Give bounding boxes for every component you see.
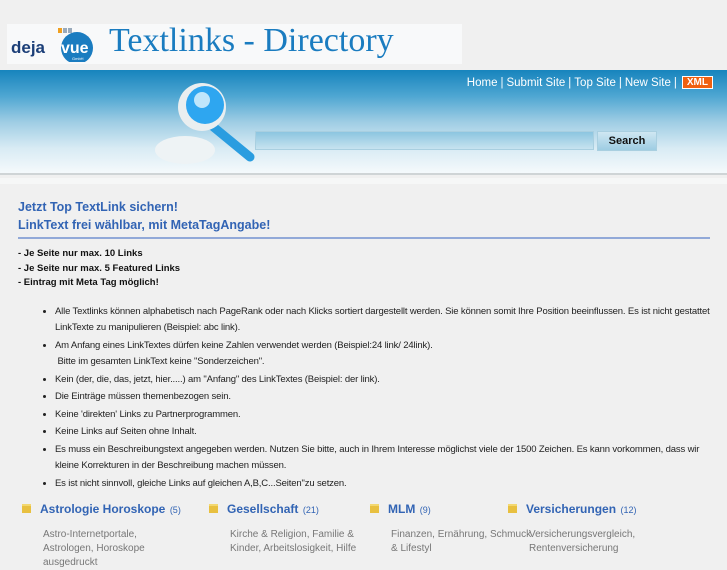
promo-subheading: LinkText frei wählbar, mit MetaTagAngabe… (18, 218, 271, 232)
category-description: Versicherungsvergleich, Rentenversicheru… (529, 529, 636, 554)
nav-separator: | (618, 76, 622, 89)
feature-item: - Eintrag mit Meta Tag möglich! (18, 277, 159, 288)
rule-item: Die Einträge müssen themenbezogen sein. (55, 389, 710, 406)
divider (0, 173, 727, 175)
rule-text: Am Anfang eines LinkTextes dürfen keine … (55, 339, 433, 351)
category-count: (21) (302, 505, 319, 515)
feature-item: - Je Seite nur max. 10 Links (18, 248, 143, 259)
svg-text:GmbH: GmbH (72, 56, 84, 61)
divider (18, 237, 710, 239)
category-item: Astrologie Horoskope (5) Astro-Internetp… (22, 500, 188, 570)
divider (0, 178, 727, 184)
category-link[interactable]: Versicherungen (526, 502, 616, 516)
folder-icon (370, 504, 379, 514)
nav-submit-site[interactable]: Submit Site (506, 77, 565, 89)
nav-new-site[interactable]: New Site (625, 77, 671, 89)
svg-text:deja: deja (11, 38, 46, 57)
nav-separator: | (568, 76, 572, 89)
promo-heading: Jetzt Top TextLink sichern! (18, 200, 178, 214)
feature-item: - Je Seite nur max. 5 Featured Links (18, 262, 181, 274)
category-link[interactable]: MLM (388, 502, 415, 516)
category-link[interactable]: Gesellschaft (227, 502, 298, 516)
logo-banner[interactable]: deja vue GmbH Textlinks - Directory (7, 22, 462, 64)
category-count: (12) (620, 505, 637, 515)
nav-separator: | (673, 76, 677, 89)
folder-icon (209, 504, 218, 514)
folder-icon (508, 504, 517, 514)
rule-item: Es muss ein Beschreibungstext angegeben … (55, 442, 710, 475)
rule-item: Kein (der, die, das, jetzt, hier.....) a… (55, 372, 710, 389)
rules-list: Alle Textlinks können alphabetisch nach … (18, 304, 710, 493)
category-count: (9) (419, 505, 431, 515)
rule-item: Alle Textlinks können alphabetisch nach … (55, 304, 710, 337)
dejavue-logo: deja vue GmbH (11, 28, 93, 62)
nav-separator: | (500, 76, 504, 89)
category-description: Kirche & Religion, Familie & Kinder, Arb… (230, 529, 357, 554)
category-item: Gesellschaft (21) Kirche & Religion, Fam… (209, 500, 375, 556)
svg-text:vue: vue (61, 40, 89, 57)
rule-text: Bitte im gesamten LinkText keine "Sonder… (57, 356, 265, 367)
folder-icon (22, 504, 31, 514)
search-input[interactable] (255, 131, 594, 150)
rule-item: Keine 'direkten' Links zu Partnerprogram… (55, 407, 710, 424)
top-nav: Home | Submit Site | Top Site | New Site | X… (467, 76, 713, 89)
rule-item: Es ist nicht sinnvoll, gleiche Links auf… (55, 476, 710, 493)
main-content: Jetzt Top TextLink sichern! LinkText fre… (18, 198, 710, 493)
category-description: Astro-Internetportale, Astrologen, Horos… (43, 529, 145, 568)
rule-item: Am Anfang eines LinkTextes dürfen keine … (55, 338, 710, 371)
category-count: (5) (169, 505, 181, 515)
category-link[interactable]: Astrologie Horoskope (40, 502, 165, 516)
xml-feed-button[interactable]: XML (681, 76, 713, 89)
nav-top-site[interactable]: Top Site (574, 77, 616, 89)
category-item: Versicherungen (12) Versicherungsverglei… (508, 500, 674, 556)
site-title: Textlinks - Directory (109, 22, 394, 59)
nav-home[interactable]: Home (467, 77, 498, 89)
search-button[interactable]: Search (597, 131, 657, 151)
magnifier-icon (155, 83, 255, 164)
rule-item: Keine Links auf Seiten ohne Inhalt. (55, 424, 710, 441)
